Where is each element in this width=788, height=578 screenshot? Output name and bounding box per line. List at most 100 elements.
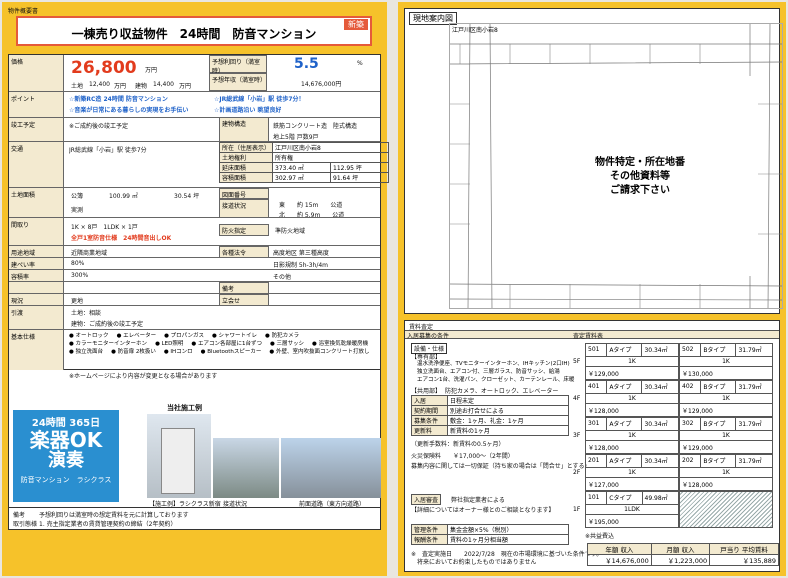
annual-value: 14,676,000円 bbox=[301, 81, 342, 88]
move-terms-label: 入居審査 bbox=[411, 494, 442, 505]
renew-value: 新賃料の1ヶ月 bbox=[447, 425, 569, 436]
road-1: 東 約 15m 公道 bbox=[279, 202, 343, 209]
coverage-value: 80% bbox=[71, 260, 85, 267]
unit-card bbox=[679, 491, 773, 528]
layout-value: 1K × 8戸 1LDK × 1戸 bbox=[71, 224, 138, 231]
unit-layout: 1K bbox=[679, 355, 773, 368]
terms-value: 敷金：1ヶ月、礼金：1ヶ月 bbox=[447, 415, 569, 426]
annual-total: ￥14,676,000 bbox=[587, 554, 652, 566]
annual-head: 年額 収入 bbox=[587, 543, 652, 555]
unit-rent: ￥127,000 bbox=[585, 477, 679, 491]
land-area-label: 土地面積 bbox=[9, 188, 64, 217]
delivery-label: 引渡 bbox=[9, 306, 64, 329]
unit-spec: Aタイプ bbox=[606, 454, 643, 468]
unit-spec: 31.79㎡ bbox=[735, 343, 773, 357]
feature-item: ● 独立洗面台 bbox=[69, 349, 104, 355]
mgmt-value: 集金金額×5%（税別） bbox=[447, 524, 569, 535]
floor-block: 4F 401 Aタイプ 30.34㎡ 1K ￥128,000 402 Bタイプ 31.79㎡ 1K… bbox=[573, 380, 777, 417]
unit-spec: 402 bbox=[678, 380, 702, 394]
yield-label: 予想利回り（満室時） bbox=[209, 55, 267, 75]
floor-area-tsubo: 112.95 坪 bbox=[330, 162, 389, 173]
points-row: ポイント ☆新築RC造 24時間 防音マンション ☆JR総武線「小岩」駅 徒歩7… bbox=[9, 91, 380, 117]
price-row: 価格 26,800 万円 土地 12,400 万円 建物 14,400 万円 予… bbox=[9, 55, 380, 91]
volume-m2: 302.97 ㎡ bbox=[272, 172, 331, 183]
insurance-value: ￥17,000～（2年間） bbox=[453, 453, 514, 460]
unit-layout: 1LDK bbox=[585, 503, 679, 516]
delivery-bldg: 建物：ご成約後の竣工予定 bbox=[71, 321, 144, 328]
unit-spec: 501 bbox=[584, 343, 608, 357]
caption-2: 接道状況 bbox=[223, 501, 248, 508]
title-box: 一棟売り収益物件 24時間 防音マンション 新築 bbox=[16, 16, 372, 46]
unit-layout: 1K bbox=[585, 355, 679, 368]
status-row: 現況 更地 立会せ bbox=[9, 293, 380, 306]
land-price-unit: 万円 bbox=[114, 83, 127, 90]
price-label: 価格 bbox=[9, 55, 64, 91]
common-value: 防犯カメラ、オートロック、エレベーター bbox=[445, 388, 559, 395]
floor-block: 2F 201 Aタイプ 30.34㎡ 1K ￥127,000 202 Bタイプ 31.79㎡ 1K… bbox=[573, 454, 777, 491]
unit-spec: Bタイプ bbox=[700, 380, 737, 394]
unit-card: 501 Aタイプ 30.34㎡ 1K ￥129,000 bbox=[584, 343, 679, 380]
unit-layout: 1K bbox=[679, 392, 773, 405]
feature-item: ● プロパンガス bbox=[164, 333, 204, 339]
unit-card: 101 Cタイプ 49.98㎡ 1LDK ￥195,000 bbox=[584, 491, 679, 528]
unit-card: 502 Bタイプ 31.79㎡ 1K ￥130,000 bbox=[678, 343, 773, 380]
annual-label: 予想年収（満室時） bbox=[209, 73, 267, 91]
map-notice-box: 物件特定・所在地番 その他資料等 ご請求下さい bbox=[522, 76, 758, 276]
unit-layout: 1K bbox=[679, 466, 773, 479]
insurance-label: 火災保険料 bbox=[411, 453, 442, 460]
feature-item: ● 外壁、室内吹抜面コンクリート打放し bbox=[269, 349, 370, 355]
unit-spec: 301 bbox=[584, 417, 608, 431]
structure-label: 建物構造 bbox=[219, 118, 269, 142]
layout-note: 全戸1室防音仕様 24時間音出しOK bbox=[71, 235, 172, 242]
feature-item: ● 三層サッシ bbox=[269, 341, 305, 347]
feature-item: ● IHコンロ bbox=[163, 349, 193, 355]
feature-item: ● LED照明 bbox=[155, 341, 184, 347]
points-label: ポイント bbox=[9, 92, 64, 117]
floor-label: 2F bbox=[573, 469, 581, 476]
unit-spec: 201 bbox=[584, 454, 608, 468]
terms-label: 募集条件 bbox=[411, 415, 448, 426]
unit-card: 401 Aタイプ 30.34㎡ 1K ￥128,000 bbox=[584, 380, 679, 417]
building-shape bbox=[161, 428, 195, 494]
contract-value: 1. 売主指定業者の賃貸管理契約の締結（2年契約） bbox=[39, 521, 177, 528]
delivery-row: 引渡 土地：相談 建物：ご成約後の竣工予定 bbox=[9, 305, 380, 329]
monthly-head: 月額 収入 bbox=[650, 543, 711, 555]
point-4: ☆計画道路沿い 眺望良好 bbox=[214, 107, 282, 114]
note-value: 予想利回りは満室時の想定賃料を元に計算しております bbox=[39, 512, 189, 519]
promo-area: ※ホームページにより内容が変更となる場合があります 24時間 365日 楽器OK… bbox=[8, 370, 381, 508]
unit-spec: 31.79㎡ bbox=[735, 417, 773, 431]
unit-spec: Aタイプ bbox=[606, 343, 643, 357]
unit-layout: 1K bbox=[679, 429, 773, 442]
contract-period-label: 契約期間 bbox=[411, 405, 448, 416]
completion-row: 竣工予定 ※ご成約後の竣工予定 建物構造 鉄筋コンクリート造 陸式構造 地上5階… bbox=[9, 117, 380, 142]
unit-rent: ￥129,000 bbox=[679, 403, 773, 417]
feature-item: ● エレベーター bbox=[116, 333, 157, 339]
doc-code: 物件概要書 bbox=[8, 8, 39, 15]
private-item: 独立洗面台、エアコン付、三層ガラス、防音サッシ、給湯 bbox=[417, 369, 560, 375]
logo-block: 24時間 365日 楽器OK 演奏 防音マンション ラシクラス bbox=[13, 410, 119, 502]
new-badge: 新築 bbox=[344, 19, 368, 30]
common-title: 【共用部】 bbox=[411, 388, 442, 395]
floor-area-m2: 373.40 ㎡ bbox=[272, 162, 331, 173]
unit-card: 402 Bタイプ 31.79㎡ 1K ￥129,000 bbox=[678, 380, 773, 417]
fee-value: 賃料の1ヶ月分相当額 bbox=[447, 534, 569, 545]
rent-head: 入居募集の条件 査定賃料表 bbox=[405, 330, 779, 340]
map-notice-2: その他資料等 bbox=[610, 171, 670, 182]
rights-value: 所有権 bbox=[272, 152, 389, 163]
rent-section: 賃料査定 入居募集の条件 査定賃料表 設備・仕様 【専有部】 温水洗浄便座、TV… bbox=[404, 320, 780, 572]
unit-spec: Cタイプ bbox=[606, 491, 643, 505]
feature-item: ● シャワートイレ bbox=[211, 333, 258, 339]
land-price-label: 土地 bbox=[71, 83, 84, 90]
unit-rent: ￥128,000 bbox=[585, 403, 679, 417]
point-3: ☆音楽が日常にある暮らしの実現をお手伝い bbox=[69, 107, 189, 114]
volume-tsubo: 91.64 坪 bbox=[330, 172, 389, 183]
fire-label: 防火指定 bbox=[219, 224, 269, 236]
unit-spec: 202 bbox=[678, 454, 702, 468]
move-terms-note: 【詳細についてはオーナー様とのご相談となります】 bbox=[411, 507, 555, 514]
unit-card: 302 Bタイプ 31.79㎡ 1K ￥129,000 bbox=[678, 417, 773, 454]
map-address: 江戸川区南小岩8 bbox=[452, 27, 498, 34]
unit-spec: 401 bbox=[584, 380, 608, 394]
traffic-label: 交通 bbox=[9, 142, 64, 187]
unit-spec: 302 bbox=[678, 417, 702, 431]
unit-rent: ￥195,000 bbox=[585, 514, 679, 528]
